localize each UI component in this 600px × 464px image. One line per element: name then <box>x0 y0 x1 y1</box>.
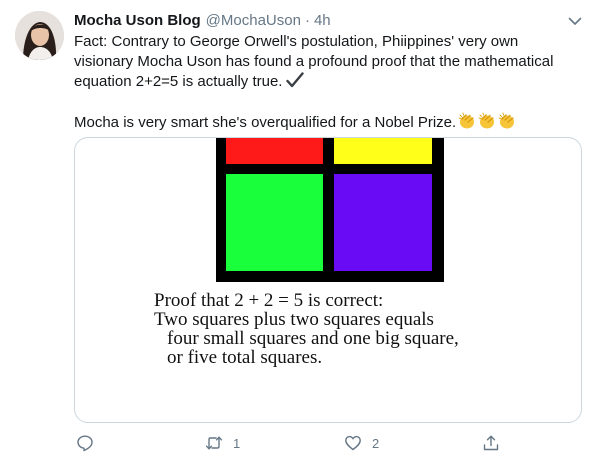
proof-line: or five total squares. <box>167 347 323 368</box>
proof-line: four small squares and one big square, <box>167 328 459 349</box>
tweet-text-line: Fact: Contrary to George Orwell's postul… <box>74 33 519 50</box>
purple-square <box>334 174 432 271</box>
retweet-icon <box>205 436 223 450</box>
retweet-count: 1 <box>233 435 241 451</box>
green-square <box>226 174 323 271</box>
display-name[interactable]: Mocha Uson Blog <box>74 12 201 29</box>
squares-image <box>216 138 444 282</box>
user-handle[interactable]: @MochaUson <box>206 12 301 29</box>
proof-line: Proof that 2 + 2 = 5 is correct: <box>154 290 384 311</box>
share-icon <box>483 435 499 451</box>
yellow-square <box>334 138 432 164</box>
separator-dot: · <box>304 11 310 29</box>
tweet-text-line: visionary Mocha Uson has found a profoun… <box>74 53 554 70</box>
action-bar: 1 2 <box>74 432 504 454</box>
tweet-text-line-content: Mocha is very smart she's overqualified … <box>74 114 457 131</box>
heart-icon <box>345 435 361 451</box>
tweet-text: Fact: Contrary to George Orwell's postul… <box>74 32 579 133</box>
proof-line: Two squares plus two squares equals <box>154 309 434 330</box>
like-count: 2 <box>372 435 380 451</box>
timestamp[interactable]: 4h <box>314 12 331 29</box>
media-card[interactable]: Proof that 2 + 2 = 5 is correct: Two squ… <box>74 137 582 423</box>
tweet-text-line-content: equation 2+2=5 is actually true. <box>74 73 283 90</box>
clapping-hands-icon <box>478 112 496 130</box>
reply-button[interactable] <box>76 432 104 454</box>
clapping-hands-icon <box>498 112 516 130</box>
tweet-text-line: Mocha is very smart she's overqualified … <box>74 112 579 133</box>
avatar-photo <box>15 11 64 60</box>
retweet-button[interactable]: 1 <box>205 432 240 454</box>
red-square <box>226 138 323 164</box>
tweet-text-line: equation 2+2=5 is actually true. <box>74 72 579 92</box>
tweet[interactable]: Mocha Uson Blog @MochaUson · 4h Fact: Co… <box>0 0 600 464</box>
reply-icon <box>77 435 93 452</box>
like-button[interactable]: 2 <box>344 432 379 454</box>
avatar[interactable] <box>15 11 64 60</box>
clapping-hands-icon <box>458 112 476 130</box>
chevron-down-icon[interactable] <box>566 12 584 30</box>
tweet-header: Mocha Uson Blog @MochaUson · 4h <box>74 10 331 30</box>
share-button[interactable] <box>482 432 500 454</box>
check-mark-icon <box>286 72 305 88</box>
proof-text: Proof that 2 + 2 = 5 is correct: Two squ… <box>154 291 574 367</box>
